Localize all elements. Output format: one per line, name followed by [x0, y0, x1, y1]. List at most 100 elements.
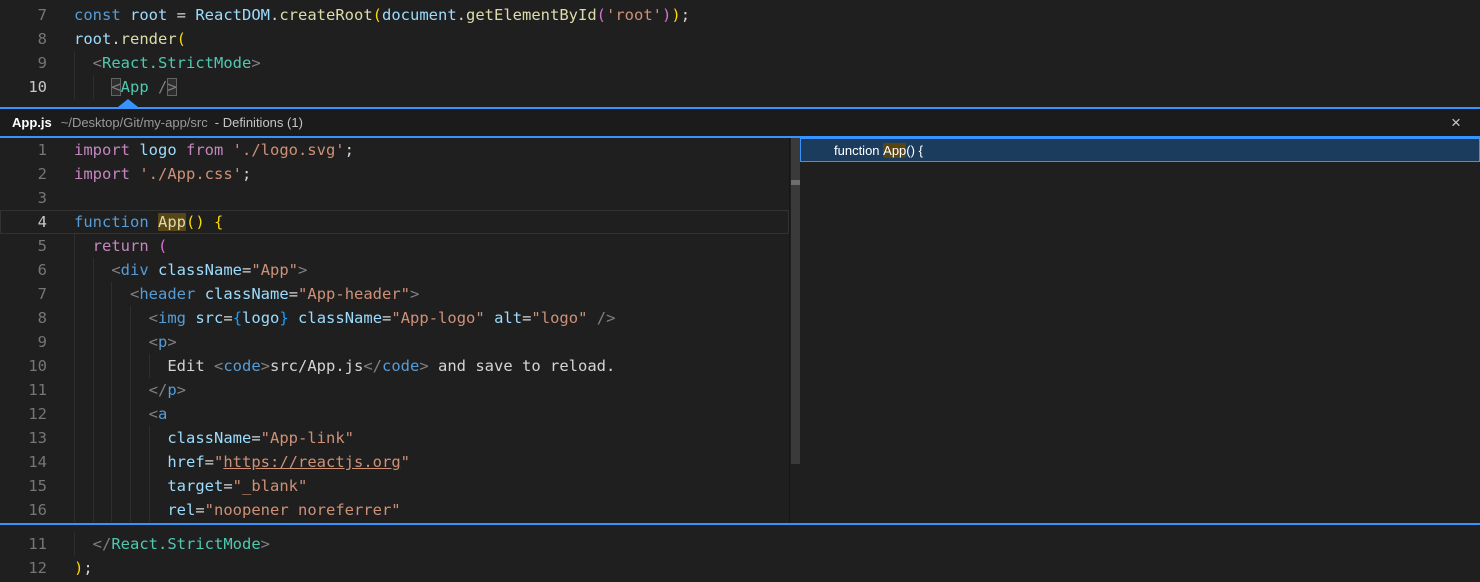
code-token: = [223, 477, 232, 495]
line-number[interactable]: 10 [0, 354, 47, 378]
line-number[interactable]: 11 [0, 378, 47, 402]
code-line[interactable]: 12); [0, 556, 1480, 580]
code-line[interactable]: 3 [0, 186, 789, 210]
code-token: > [261, 357, 270, 375]
line-number[interactable]: 16 [0, 498, 47, 522]
code-token: ReactDOM [195, 6, 270, 24]
line-number[interactable]: 15 [0, 474, 47, 498]
code-line[interactable]: 1import logo from './logo.svg'; [0, 138, 789, 162]
code-line[interactable]: 10 Edit <code>src/App.js</code> and save… [0, 354, 789, 378]
code-line[interactable]: 14 href="https://reactjs.org" [0, 450, 789, 474]
peek-definitions-count: - Definitions (1) [215, 115, 303, 130]
code-token: createRoot [279, 6, 372, 24]
code-token: "noopener noreferrer" [205, 501, 401, 519]
line-number[interactable]: 7 [0, 282, 47, 306]
code-line[interactable]: 6 <div className="App"> [0, 258, 789, 282]
code-token [149, 237, 158, 255]
line-number[interactable]: 4 [0, 210, 47, 234]
code-line[interactable]: 5 return ( [0, 234, 789, 258]
code-token: "App-logo" [391, 309, 484, 327]
code-token: = [522, 309, 531, 327]
line-number[interactable]: 10 [0, 75, 47, 99]
line-number[interactable]: 1 [0, 138, 47, 162]
code-line[interactable]: 8root.render( [0, 27, 1480, 51]
code-line[interactable]: 10 <App /> [0, 75, 1480, 99]
code-token [74, 535, 93, 553]
line-number[interactable]: 5 [0, 234, 47, 258]
code-token [74, 453, 167, 471]
code-token [74, 477, 167, 495]
line-number[interactable]: 9 [0, 330, 47, 354]
code-token [485, 309, 494, 327]
line-number[interactable]: 2 [0, 162, 47, 186]
line-number[interactable]: 8 [0, 27, 47, 51]
code-token: root [74, 30, 111, 48]
code-line[interactable]: 11 </p> [0, 378, 789, 402]
code-token: . [111, 30, 120, 48]
peek-file-name: App.js [12, 115, 52, 130]
line-number[interactable]: 12 [0, 556, 47, 580]
code-token: > [261, 535, 270, 553]
code-line[interactable]: 7 <header className="App-header"> [0, 282, 789, 306]
main-editor-above-peek[interactable]: 7const root = ReactDOM.createRoot(docume… [0, 0, 1480, 107]
code-content: <App /> [74, 75, 177, 99]
code-token [74, 333, 149, 351]
line-number[interactable]: 8 [0, 306, 47, 330]
scrollbar-thumb[interactable] [791, 138, 800, 464]
code-token: " [214, 453, 223, 471]
code-line[interactable]: 8 <img src={logo} className="App-logo" a… [0, 306, 789, 330]
code-token: < [214, 357, 223, 375]
line-number[interactable]: 14 [0, 450, 47, 474]
code-token: = [205, 453, 214, 471]
code-token [186, 309, 195, 327]
code-content: className="App-link" [74, 426, 354, 450]
main-editor-below-peek[interactable]: 11 </React.StrictMode>12); [0, 525, 1480, 580]
code-line[interactable]: 4function App() { [0, 210, 789, 234]
code-token: < [149, 333, 158, 351]
code-line[interactable]: 2import './App.css'; [0, 162, 789, 186]
code-token: const [74, 6, 130, 24]
code-line[interactable]: 13 className="App-link" [0, 426, 789, 450]
line-number[interactable]: 3 [0, 186, 47, 210]
code-line[interactable]: 9 <React.StrictMode> [0, 51, 1480, 75]
code-token: = [242, 261, 251, 279]
code-token: = [167, 6, 195, 24]
code-token: ; [83, 559, 92, 577]
line-number[interactable]: 6 [0, 258, 47, 282]
code-line[interactable]: 9 <p> [0, 330, 789, 354]
code-token: . [270, 6, 279, 24]
code-token: / [149, 78, 168, 96]
code-line[interactable]: 7const root = ReactDOM.createRoot(docume… [0, 3, 1480, 27]
line-number[interactable]: 11 [0, 532, 47, 556]
code-token: ) [671, 6, 680, 24]
vscode-editor: 7const root = ReactDOM.createRoot(docume… [0, 0, 1480, 582]
line-number[interactable]: 12 [0, 402, 47, 426]
code-line[interactable]: 12 <a [0, 402, 789, 426]
peek-editor[interactable]: 1import logo from './logo.svg';2import '… [0, 138, 789, 523]
code-token: ) [74, 559, 83, 577]
code-line[interactable]: 16 rel="noopener noreferrer" [0, 498, 789, 522]
code-token: document [382, 6, 457, 24]
code-token: . [457, 6, 466, 24]
close-icon[interactable]: × [1446, 113, 1466, 133]
code-token: ; [242, 165, 251, 183]
code-line[interactable]: 15 target="_blank" [0, 474, 789, 498]
code-token [149, 261, 158, 279]
peek-results-panel: function App() { [800, 138, 1480, 523]
peek-editor-scrollbar[interactable] [789, 138, 800, 523]
line-number[interactable]: 13 [0, 426, 47, 450]
code-token: rel [167, 501, 195, 519]
code-content: ); [74, 556, 93, 580]
code-line[interactable]: 11 </React.StrictMode> [0, 532, 1480, 556]
line-number[interactable]: 9 [0, 51, 47, 75]
code-token: code [223, 357, 260, 375]
line-number[interactable]: 7 [0, 3, 47, 27]
definition-result-item[interactable]: function App() { [800, 138, 1480, 162]
code-token: src/App.js [270, 357, 363, 375]
code-token: } [279, 309, 288, 327]
code-token: App [121, 78, 149, 96]
code-token [74, 405, 149, 423]
code-content: return ( [74, 234, 167, 258]
code-token: = [251, 429, 260, 447]
code-token: > [298, 261, 307, 279]
